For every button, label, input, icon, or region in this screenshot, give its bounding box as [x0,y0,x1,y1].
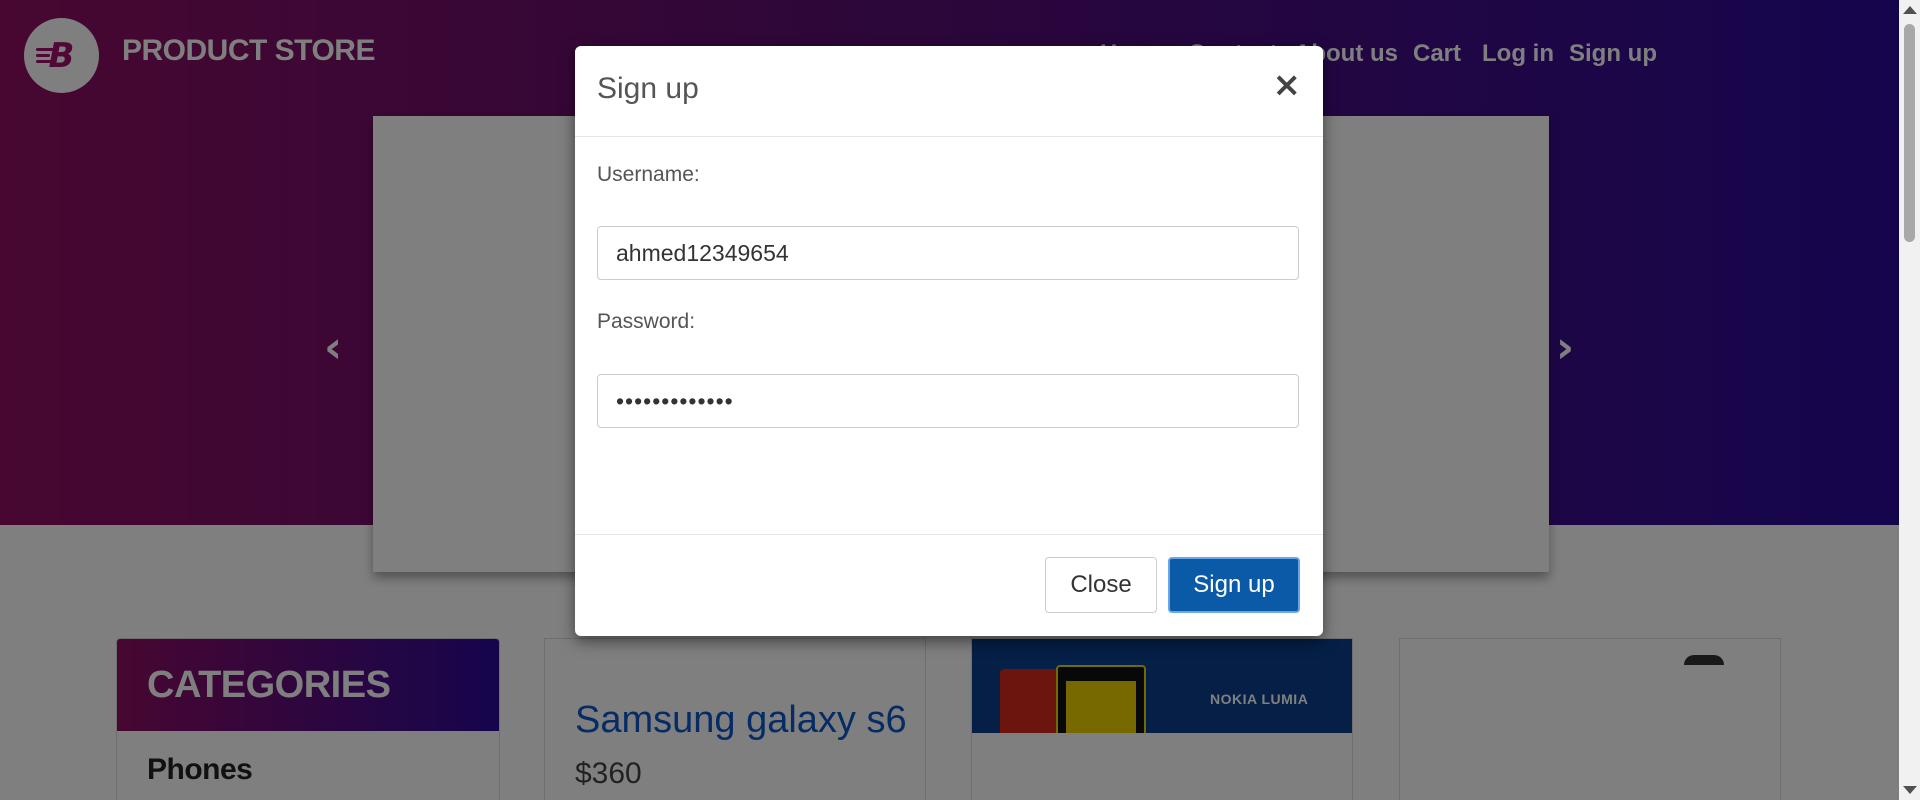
scroll-up-arrow-icon[interactable] [1903,6,1917,14]
vertical-scrollbar[interactable] [1899,0,1920,800]
username-label: Username: [597,163,700,186]
signup-modal: Sign up × Username: Password: Close Sign… [575,46,1323,636]
password-label: Password: [597,310,696,333]
modal-footer: Close Sign up [575,534,1323,637]
scrollbar-thumb[interactable] [1904,24,1915,242]
password-input[interactable] [597,374,1299,428]
username-input[interactable] [597,226,1299,280]
sign-up-button[interactable]: Sign up [1168,557,1300,613]
close-button[interactable]: Close [1045,557,1157,613]
scroll-down-arrow-icon[interactable] [1903,786,1917,794]
close-icon[interactable]: × [1273,68,1302,102]
modal-header: Sign up × [575,46,1323,137]
modal-title: Sign up [597,72,699,105]
